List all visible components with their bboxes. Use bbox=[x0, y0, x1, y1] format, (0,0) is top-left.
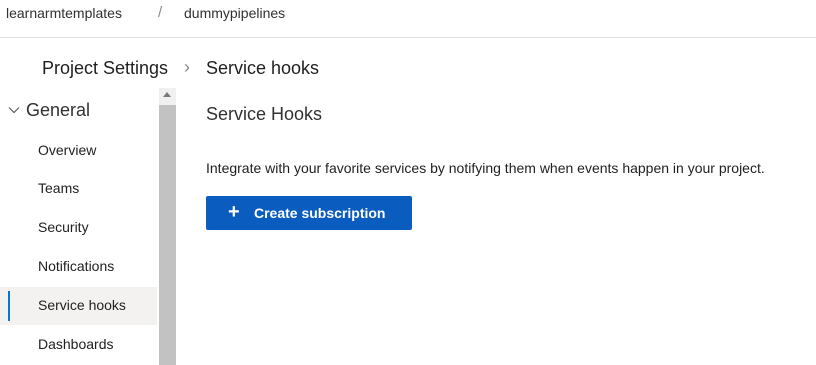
breadcrumb-separator: / bbox=[158, 4, 163, 21]
sidebar-item-label: Teams bbox=[38, 180, 80, 196]
breadcrumb: learnarmtemplates / dummypipelines bbox=[0, 0, 816, 38]
sidebar-item-label: Overview bbox=[38, 142, 97, 158]
scroll-up-arrow-icon[interactable] bbox=[159, 88, 176, 102]
section-title: Service Hooks bbox=[206, 104, 323, 124]
sidebar-item-label: Dashboards bbox=[38, 336, 114, 352]
page-title: Service hooks bbox=[206, 58, 320, 78]
service-hooks-description: Integrate with your favorite services by… bbox=[206, 160, 765, 176]
create-subscription-button[interactable]: + Create subscription bbox=[206, 196, 412, 230]
chevron-right-icon: › bbox=[184, 57, 190, 77]
sidebar-group-general[interactable]: General bbox=[0, 99, 155, 125]
sidebar-item-notifications[interactable]: Notifications bbox=[0, 248, 157, 286]
sidebar-item-label: Security bbox=[38, 219, 89, 235]
sidebar-item-label: Notifications bbox=[38, 258, 115, 274]
sidebar-item-overview[interactable]: Overview bbox=[0, 132, 157, 170]
sidebar-group-label: General bbox=[26, 100, 91, 120]
sidebar-item-teams[interactable]: Teams bbox=[0, 170, 157, 208]
sidebar-item-label: Service hooks bbox=[38, 297, 126, 313]
sidebar-scrollbar[interactable] bbox=[159, 88, 176, 365]
sidebar-item-security[interactable]: Security bbox=[0, 209, 157, 247]
project-settings-title[interactable]: Project Settings bbox=[42, 58, 168, 79]
breadcrumb-project[interactable]: dummypipelines bbox=[184, 5, 285, 21]
breadcrumb-organization[interactable]: learnarmtemplates bbox=[6, 5, 122, 21]
scrollbar-thumb[interactable] bbox=[159, 105, 176, 365]
sidebar-item-dashboards[interactable]: Dashboards bbox=[0, 326, 157, 364]
plus-icon: + bbox=[228, 201, 240, 223]
create-subscription-label: Create subscription bbox=[254, 205, 386, 221]
settings-sidebar: General Overview Teams Security Notifica… bbox=[0, 88, 160, 365]
service-hooks-page: learnarmtemplates / dummypipelines Proje… bbox=[0, 0, 816, 365]
sidebar-item-service-hooks[interactable]: Service hooks bbox=[0, 287, 157, 325]
chevron-down-icon bbox=[8, 107, 20, 114]
